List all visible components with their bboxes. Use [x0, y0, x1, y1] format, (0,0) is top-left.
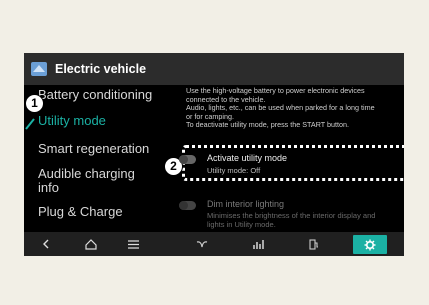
menu-item-label-line2: info: [38, 180, 59, 195]
utility-mode-status: Utility mode: Off: [207, 166, 261, 175]
back-icon[interactable]: [32, 232, 60, 256]
home-icon[interactable]: [77, 232, 105, 256]
bottom-nav-bar: [24, 232, 404, 256]
leaf-icon[interactable]: [188, 232, 216, 256]
menu-item-battery-conditioning[interactable]: Battery conditioning: [38, 88, 152, 102]
description-line: To deactivate utility mode, press the ST…: [186, 120, 349, 130]
menu-item-label-line1: Audible charging: [38, 166, 135, 181]
menu-item-utility-mode[interactable]: Utility mode: [38, 114, 106, 128]
charger-icon[interactable]: [300, 232, 328, 256]
gear-icon[interactable]: [353, 235, 387, 254]
dim-lighting-status: Minimises the brightness of the interior…: [207, 211, 375, 229]
highlight-box: [182, 145, 404, 181]
menu-item-smart-regeneration[interactable]: Smart regeneration: [38, 142, 149, 156]
menu-icon[interactable]: [119, 232, 147, 256]
menu-item-plug-and-charge[interactable]: Plug & Charge: [38, 205, 123, 219]
utility-mode-label: Activate utility mode: [207, 153, 288, 163]
title-bar: Electric vehicle: [24, 53, 404, 85]
dim-lighting-toggle[interactable]: [179, 201, 196, 210]
ev-app-icon: [31, 62, 47, 76]
dim-lighting-status-line: lights in Utility mode.: [207, 219, 276, 229]
active-indicator-icon: [25, 118, 35, 130]
toggle-knob: [179, 155, 188, 164]
stats-icon[interactable]: [244, 232, 272, 256]
ev-settings-screen: Electric vehicle Battery conditioning Ut…: [24, 53, 404, 256]
window-title: Electric vehicle: [55, 62, 147, 76]
utility-mode-description: Use the high-voltage battery to power el…: [186, 86, 401, 130]
menu-item-audible-charging-info[interactable]: Audible charging info: [38, 167, 135, 195]
dim-lighting-label: Dim interior lighting: [207, 199, 285, 209]
callout-1: 1: [25, 94, 44, 113]
toggle-knob: [179, 201, 188, 210]
utility-mode-toggle[interactable]: [179, 155, 196, 164]
